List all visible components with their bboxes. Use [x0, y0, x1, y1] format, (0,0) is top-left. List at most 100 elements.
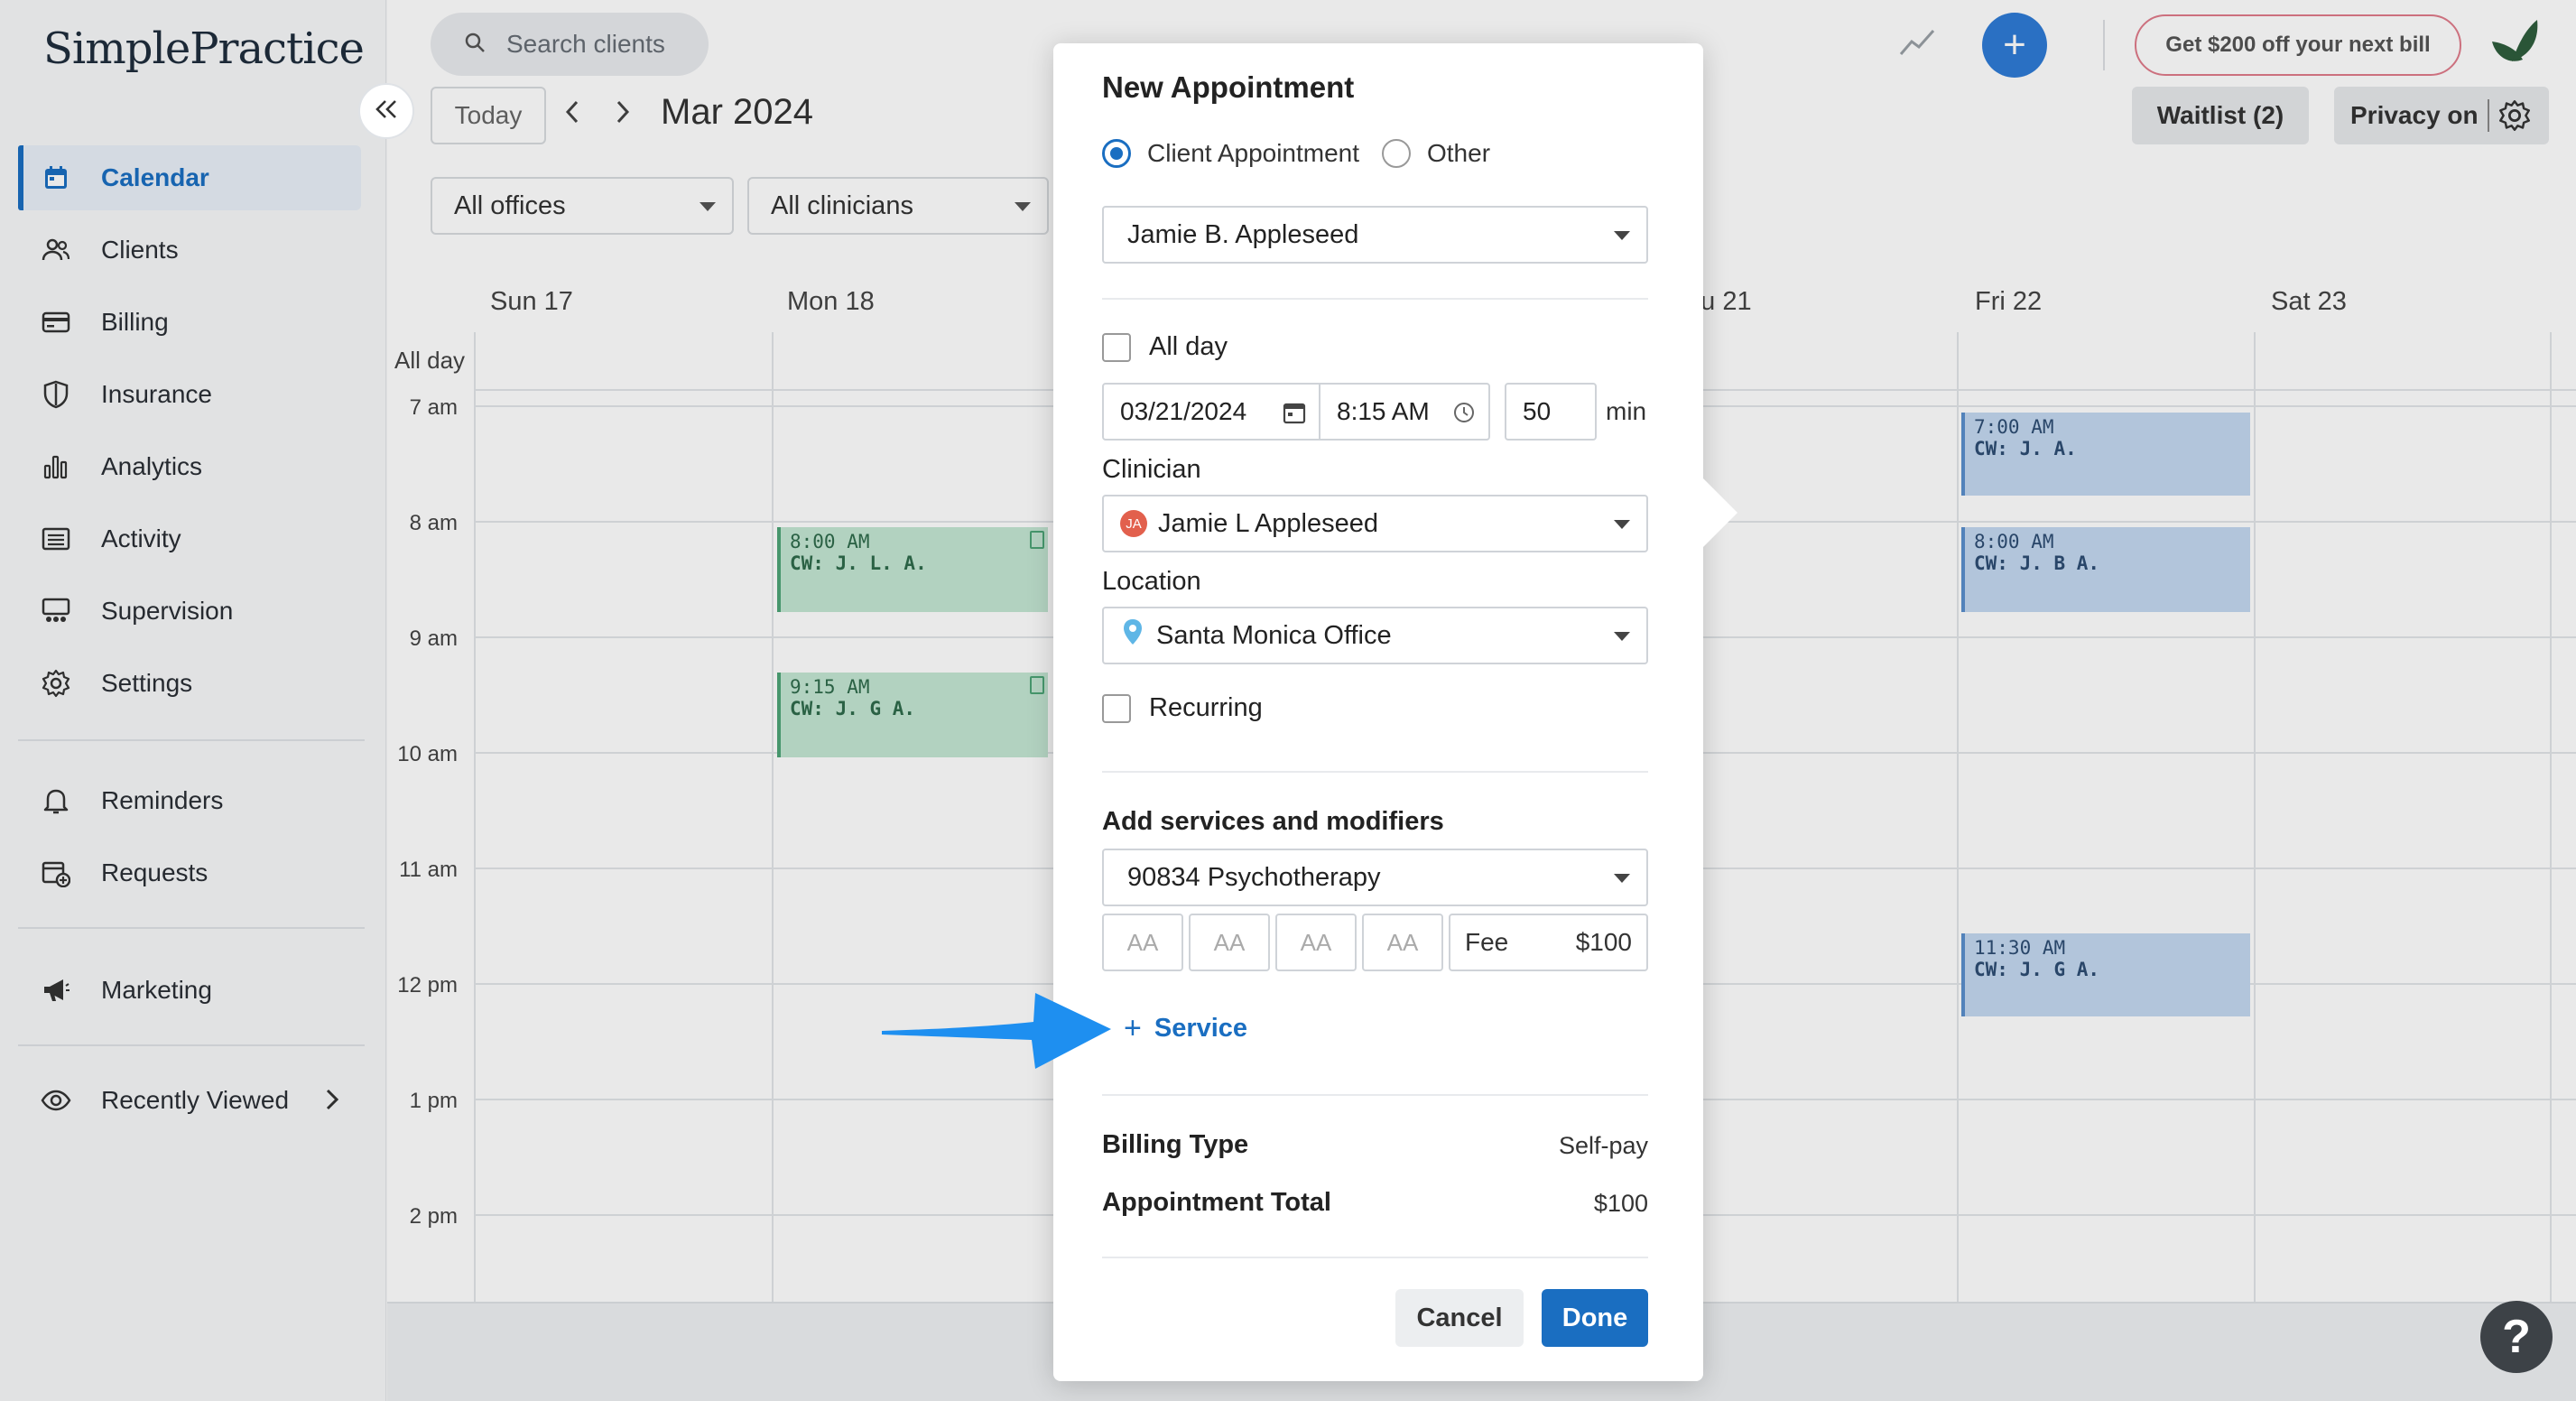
sidebar-divider [18, 1044, 365, 1046]
recurring-checkbox[interactable]: Recurring [1102, 693, 1263, 723]
fee-input[interactable]: Fee $100 [1449, 914, 1648, 971]
sidebar-item-calendar[interactable]: Calendar [18, 145, 361, 210]
search-input[interactable]: Search clients [431, 13, 709, 76]
offices-filter[interactable]: All offices [431, 177, 734, 235]
hour-label: 11 am [399, 858, 458, 882]
sidebar-item-activity[interactable]: Activity [18, 506, 361, 571]
clinicians-filter-value: All clinicians [771, 190, 913, 220]
caret-down-icon [1614, 520, 1630, 529]
caret-down-icon [700, 202, 716, 211]
waitlist-button[interactable]: Waitlist (2) [2132, 87, 2309, 144]
sidebar-item-insurance[interactable]: Insurance [18, 362, 361, 427]
services-section-title: Add services and modifiers [1102, 807, 1444, 836]
service-select[interactable]: 90834 Psychotherapy [1102, 849, 1648, 906]
add-service-label: Service [1154, 1014, 1248, 1043]
clinician-select-value: Jamie L Appleseed [1158, 508, 1378, 538]
promo-button[interactable]: Get $200 off your next bill [2135, 14, 2461, 76]
done-button[interactable]: Done [1542, 1289, 1648, 1347]
today-button[interactable]: Today [431, 87, 546, 144]
sidebar-item-clients[interactable]: Clients [18, 218, 361, 283]
clinician-label: Clinician [1102, 455, 1201, 484]
date-input[interactable]: 03/21/2024 [1102, 383, 1320, 441]
next-week-button[interactable] [615, 99, 631, 132]
prev-week-button[interactable] [564, 99, 580, 132]
cancel-button[interactable]: Cancel [1395, 1289, 1524, 1347]
calendar-picker-icon[interactable] [1283, 401, 1306, 431]
caret-down-icon [1614, 231, 1630, 240]
app-logo[interactable]: SimplePractice [43, 23, 365, 74]
appointment-event[interactable]: 9:15 AM CW: J. G A. [777, 673, 1048, 757]
location-label: Location [1102, 567, 1201, 596]
sidebar-item-marketing[interactable]: Marketing [18, 958, 361, 1023]
help-button[interactable]: ? [2480, 1301, 2553, 1373]
modal-title: New Appointment [1102, 70, 1355, 104]
create-new-button[interactable]: + [1982, 13, 2047, 78]
time-input[interactable]: 8:15 AM [1319, 383, 1490, 441]
event-title: CW: J. A. [1974, 438, 2077, 459]
appointment-event[interactable]: 8:00 AM CW: J. L. A. [777, 527, 1048, 612]
modifier-input[interactable]: AA [1102, 914, 1183, 971]
day-header[interactable]: Sun 17 [490, 287, 573, 317]
modifier-input[interactable]: AA [1362, 914, 1443, 971]
appointment-event[interactable]: 7:00 AM CW: J. A. [1961, 413, 2250, 496]
calendar-settings-icon[interactable] [2498, 99, 2531, 138]
calendar-icon [40, 162, 72, 194]
supervision-icon [40, 595, 72, 627]
billing-type-label: Billing Type [1102, 1130, 1249, 1159]
modifier-input[interactable]: AA [1275, 914, 1357, 971]
clinicians-filter[interactable]: All clinicians [747, 177, 1049, 235]
location-select[interactable]: Santa Monica Office [1102, 607, 1648, 664]
fee-value: $100 [1575, 928, 1632, 956]
sidebar-item-label: Recently Viewed [101, 1086, 290, 1114]
analytics-icon [40, 450, 72, 483]
clinician-select[interactable]: JA Jamie L Appleseed [1102, 495, 1648, 552]
privacy-toggle[interactable]: Privacy on [2334, 87, 2549, 144]
location-pin-icon [1122, 617, 1144, 654]
sidebar-item-recently-viewed[interactable]: Recently Viewed [18, 1068, 361, 1133]
client-appointment-radio[interactable]: Client Appointment [1102, 139, 1359, 168]
sidebar-item-label: Activity [101, 524, 181, 552]
appointment-total-value: $100 [1593, 1190, 1648, 1217]
fee-label: Fee [1465, 928, 1509, 956]
month-title: Mar 2024 [661, 92, 813, 132]
radio-unselected-icon [1382, 139, 1411, 168]
hour-label: 9 am [409, 626, 458, 651]
sidebar-item-analytics[interactable]: Analytics [18, 434, 361, 499]
appointment-event[interactable]: 8:00 AM CW: J. B A. [1961, 527, 2250, 612]
day-header[interactable]: Fri 22 [1975, 287, 2042, 317]
eye-icon [40, 1084, 72, 1117]
sidebar-item-supervision[interactable]: Supervision [18, 579, 361, 644]
megaphone-icon [40, 974, 72, 1007]
clinician-avatar: JA [1120, 510, 1147, 537]
sidebar-item-requests[interactable]: Requests [18, 840, 361, 905]
radio-selected-icon [1102, 139, 1131, 168]
sidebar-item-reminders[interactable]: Reminders [18, 768, 361, 833]
topbar-divider [2103, 20, 2105, 70]
day-header[interactable]: Sat 23 [2271, 287, 2347, 317]
other-radio[interactable]: Other [1382, 139, 1490, 168]
caret-down-icon [1614, 874, 1630, 883]
day-header[interactable]: Mon 18 [787, 287, 875, 317]
sidebar-item-billing[interactable]: Billing [18, 290, 361, 355]
note-icon [1030, 676, 1044, 694]
event-title: CW: J. G A. [790, 698, 916, 719]
add-service-button[interactable]: + Service [1124, 1011, 1247, 1046]
sidebar-item-label: Billing [101, 308, 169, 336]
event-time: 8:00 AM [1974, 531, 2054, 552]
appointment-event[interactable]: 11:30 AM CW: J. G A. [1961, 933, 2250, 1016]
collapse-sidebar-button[interactable] [358, 83, 414, 139]
sidebar-item-settings[interactable]: Settings [18, 651, 361, 716]
event-time: 7:00 AM [1974, 416, 2054, 438]
modifier-input[interactable]: AA [1189, 914, 1270, 971]
trend-icon[interactable] [1899, 27, 1937, 62]
billing-type-value: Self-pay [1558, 1132, 1648, 1159]
note-icon [1030, 531, 1044, 549]
hour-label: 10 am [397, 742, 458, 766]
modal-divider [1102, 1094, 1648, 1096]
all-day-checkbox[interactable]: All day [1102, 332, 1228, 362]
clock-icon[interactable] [1452, 401, 1476, 431]
duration-input[interactable]: 50 [1505, 383, 1597, 441]
leaf-logo-icon[interactable] [2487, 14, 2541, 73]
client-select[interactable]: Jamie B. Appleseed [1102, 206, 1648, 264]
hour-label: 7 am [409, 395, 458, 420]
